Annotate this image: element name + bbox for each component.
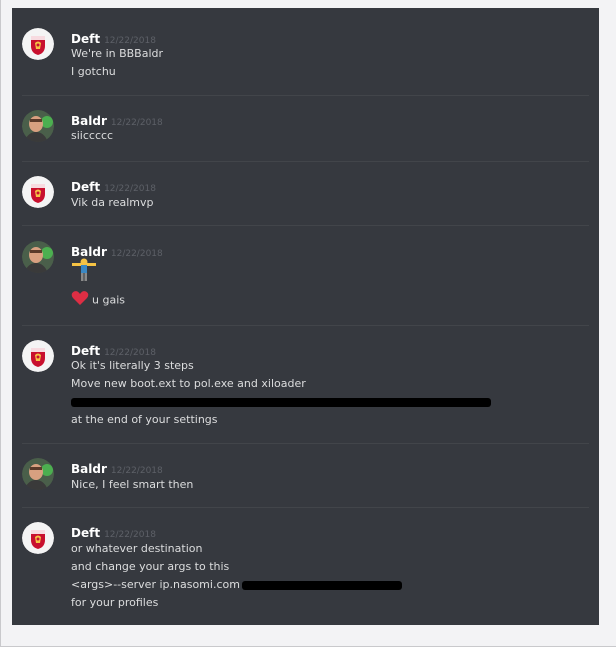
message-header: Deft 12/22/2018 xyxy=(71,28,156,47)
message-divider xyxy=(22,325,589,326)
message-line: We're in BBBaldr xyxy=(71,47,164,60)
message-header: Deft 12/22/2018 xyxy=(71,176,156,195)
username[interactable]: Deft xyxy=(71,32,100,46)
message-divider xyxy=(22,443,589,444)
t-pose-figure-emoji[interactable] xyxy=(71,258,97,287)
username[interactable]: Baldr xyxy=(71,114,107,128)
screenshot-frame: Deft 12/22/2018 We're in BBBaldr I gotchu… xyxy=(0,0,616,647)
message-line: Vik da realmvp xyxy=(71,196,154,209)
username[interactable]: Deft xyxy=(71,180,100,194)
chat-message-list[interactable]: Deft 12/22/2018 We're in BBBaldr I gotchu… xyxy=(12,8,599,625)
message-line: Nice, I feel smart then xyxy=(71,478,194,491)
redaction-bar xyxy=(241,580,402,590)
timestamp: 12/22/2018 xyxy=(110,466,163,476)
message-header: Deft 12/22/2018 xyxy=(71,522,156,541)
avatar-liverpool-crest-icon[interactable] xyxy=(22,28,54,60)
timestamp: 12/22/2018 xyxy=(110,118,163,128)
message-text: u gais xyxy=(92,293,125,307)
message-header: Baldr 12/22/2018 xyxy=(71,110,163,129)
message-line: I gotchu xyxy=(71,65,116,78)
message-divider xyxy=(22,161,589,162)
emoji-line xyxy=(71,258,97,284)
timestamp: 12/22/2018 xyxy=(104,184,156,194)
message-text: <args>--server ip.nasomi.com xyxy=(71,578,240,591)
avatar-liverpool-crest-icon[interactable] xyxy=(22,340,54,372)
message-header: Baldr 12/22/2018 xyxy=(71,458,163,477)
message-line: at the end of your settings xyxy=(71,413,218,426)
message-line: or whatever destination xyxy=(71,542,203,555)
timestamp: 12/22/2018 xyxy=(104,348,156,358)
username[interactable]: Baldr xyxy=(71,245,107,259)
message-line: u gais xyxy=(71,290,125,311)
message-divider xyxy=(22,95,589,96)
username[interactable]: Baldr xyxy=(71,462,107,476)
partially-redacted-message-line: <args>--server ip.nasomi.com xyxy=(71,577,402,593)
avatar-photo-icon[interactable] xyxy=(22,458,54,490)
avatar-photo-icon[interactable] xyxy=(22,241,54,273)
avatar-liverpool-crest-icon[interactable] xyxy=(22,522,54,554)
timestamp: 12/22/2018 xyxy=(104,530,156,540)
message-line: siiccccc xyxy=(71,129,114,142)
heart-emoji[interactable] xyxy=(71,290,89,311)
timestamp: 12/22/2018 xyxy=(110,249,163,259)
avatar-liverpool-crest-icon[interactable] xyxy=(22,176,54,208)
timestamp: 12/22/2018 xyxy=(104,36,156,46)
redaction-bar xyxy=(71,397,491,407)
redacted-message-line xyxy=(71,394,491,410)
message-header: Deft 12/22/2018 xyxy=(71,340,156,359)
message-line: for your profiles xyxy=(71,596,159,609)
username[interactable]: Deft xyxy=(71,344,100,358)
message-line: Ok it's literally 3 steps xyxy=(71,359,194,372)
avatar-photo-icon[interactable] xyxy=(22,110,54,142)
username[interactable]: Deft xyxy=(71,526,100,540)
message-line: Move new boot.ext to pol.exe and xiloade… xyxy=(71,377,306,390)
message-divider xyxy=(22,225,589,226)
message-line: and change your args to this xyxy=(71,560,230,573)
message-divider xyxy=(22,507,589,508)
